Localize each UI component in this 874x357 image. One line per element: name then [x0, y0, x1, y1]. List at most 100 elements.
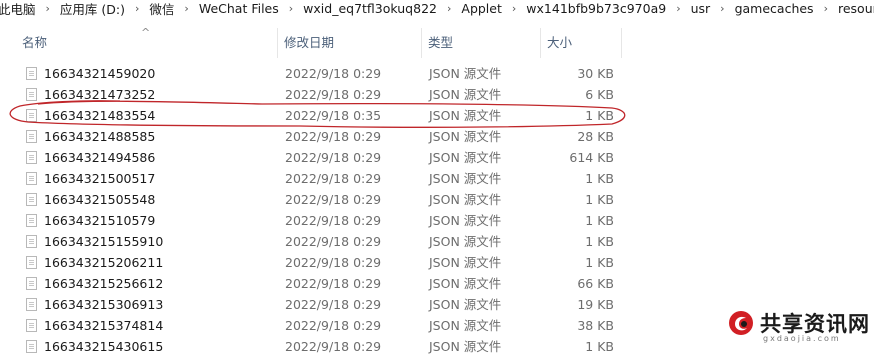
breadcrumb-item[interactable]: Applet [457, 1, 506, 16]
file-name: 166343215306913 [44, 297, 164, 312]
json-file-icon [26, 130, 37, 143]
breadcrumb-separator-icon[interactable]: › [670, 2, 686, 15]
breadcrumb-item[interactable]: resources [834, 1, 874, 16]
watermark-logo-icon [729, 311, 753, 335]
breadcrumb-item[interactable]: 应用库 (D:) [56, 0, 129, 17]
file-name: 166343215155910 [44, 234, 164, 249]
file-type: JSON 源文件 [429, 150, 502, 165]
breadcrumb-item[interactable]: 此电脑 [0, 0, 40, 17]
breadcrumb-separator-icon[interactable]: › [129, 2, 145, 15]
file-name: 166343215374814 [44, 318, 164, 333]
file-modified-date: 2022/9/18 0:29 [285, 255, 382, 270]
file-row[interactable]: 16634321488585 2022/9/18 0:29 JSON 源文件 28 K… [0, 126, 874, 147]
file-size: 28 KB [577, 129, 614, 144]
json-file-icon [26, 109, 37, 122]
file-row[interactable]: 16634321494586 2022/9/18 0:29 JSON 源文件 614 … [0, 147, 874, 168]
file-type: JSON 源文件 [429, 318, 502, 333]
file-type: JSON 源文件 [429, 108, 502, 123]
breadcrumb-separator-icon[interactable]: › [714, 2, 730, 15]
column-header-type[interactable]: 类型 [428, 28, 453, 58]
file-size: 1 KB [585, 339, 614, 354]
file-size: 19 KB [577, 297, 614, 312]
file-size: 6 KB [585, 87, 614, 102]
file-modified-date: 2022/9/18 0:29 [285, 234, 382, 249]
file-modified-date: 2022/9/18 0:29 [285, 150, 382, 165]
breadcrumb-item[interactable]: usr [687, 1, 715, 16]
file-name: 166343215256612 [44, 276, 164, 291]
breadcrumb-separator-icon[interactable]: › [506, 2, 522, 15]
file-type: JSON 源文件 [429, 129, 502, 144]
breadcrumb-separator-icon[interactable]: › [441, 2, 457, 15]
file-type: JSON 源文件 [429, 276, 502, 291]
file-modified-date: 2022/9/18 0:29 [285, 339, 382, 354]
json-file-icon [26, 277, 37, 290]
json-file-icon [26, 151, 37, 164]
file-name: 166343215430615 [44, 339, 164, 354]
file-size: 38 KB [577, 318, 614, 333]
file-size: 1 KB [585, 192, 614, 207]
file-row[interactable]: 16634321505548 2022/9/18 0:29 JSON 源文件 1 KB [0, 189, 874, 210]
file-type: JSON 源文件 [429, 213, 502, 228]
file-type: JSON 源文件 [429, 255, 502, 270]
file-row[interactable]: 16634321510579 2022/9/18 0:29 JSON 源文件 1 KB [0, 210, 874, 231]
json-file-icon [26, 256, 37, 269]
json-file-icon [26, 67, 37, 80]
file-modified-date: 2022/9/18 0:29 [285, 192, 382, 207]
column-divider[interactable] [277, 28, 278, 58]
breadcrumb-separator-icon[interactable]: › [178, 2, 194, 15]
file-name: 16634321488585 [44, 129, 156, 144]
json-file-icon [26, 235, 37, 248]
file-name: 16634321483554 [44, 108, 156, 123]
file-modified-date: 2022/9/18 0:29 [285, 276, 382, 291]
file-row[interactable]: 16634321483554 2022/9/18 0:35 JSON 源文件 1 KB [0, 105, 874, 126]
file-name: 16634321473252 [44, 87, 156, 102]
file-size: 614 KB [569, 150, 614, 165]
json-file-icon [26, 298, 37, 311]
file-row[interactable]: 166343215206211 2022/9/18 0:29 JSON 源文件 1 K… [0, 252, 874, 273]
json-file-icon [26, 214, 37, 227]
file-row[interactable]: 166343215155910 2022/9/18 0:29 JSON 源文件 1 K… [0, 231, 874, 252]
column-divider[interactable] [421, 28, 422, 58]
json-file-icon [26, 319, 37, 332]
breadcrumb[interactable]: 此电脑 › 应用库 (D:) › 微信 › WeChat Files › wxid_eq7tfl… [0, 0, 874, 17]
breadcrumb-separator-icon[interactable]: › [283, 2, 299, 15]
file-modified-date: 2022/9/18 0:29 [285, 213, 382, 228]
file-size: 1 KB [585, 255, 614, 270]
file-name: 16634321500517 [44, 171, 156, 186]
file-type: JSON 源文件 [429, 192, 502, 207]
file-modified-date: 2022/9/18 0:29 [285, 87, 382, 102]
file-name: 16634321459020 [44, 66, 156, 81]
file-type: JSON 源文件 [429, 339, 502, 354]
json-file-icon [26, 193, 37, 206]
breadcrumb-separator-icon[interactable]: › [818, 2, 834, 15]
breadcrumb-separator-icon[interactable]: › [40, 2, 56, 15]
file-size: 1 KB [585, 213, 614, 228]
file-size: 30 KB [577, 66, 614, 81]
watermark-subtitle: gxdaojia.com [763, 334, 841, 343]
breadcrumb-item[interactable]: 微信 [145, 0, 178, 17]
file-modified-date: 2022/9/18 0:29 [285, 318, 382, 333]
breadcrumb-item[interactable]: wxid_eq7tfl3okuq822 [299, 1, 441, 16]
json-file-icon [26, 340, 37, 353]
file-size: 66 KB [577, 276, 614, 291]
file-size: 1 KB [585, 108, 614, 123]
file-name: 16634321510579 [44, 213, 156, 228]
file-name: 16634321494586 [44, 150, 156, 165]
file-row[interactable]: 16634321473252 2022/9/18 0:29 JSON 源文件 6 KB [0, 84, 874, 105]
file-name: 166343215206211 [44, 255, 164, 270]
file-row[interactable]: 16634321459020 2022/9/18 0:29 JSON 源文件 30 K… [0, 63, 874, 84]
column-header-name[interactable]: 名称 [22, 28, 47, 58]
column-header-date[interactable]: 修改日期 [284, 28, 334, 58]
file-type: JSON 源文件 [429, 234, 502, 249]
breadcrumb-item[interactable]: gamecaches [731, 1, 818, 16]
file-size: 1 KB [585, 234, 614, 249]
file-row[interactable]: 166343215256612 2022/9/18 0:29 JSON 源文件 66 … [0, 273, 874, 294]
json-file-icon [26, 88, 37, 101]
column-header-size[interactable]: 大小 [547, 28, 572, 58]
column-divider[interactable] [540, 28, 541, 58]
column-divider[interactable] [621, 28, 622, 58]
breadcrumb-item[interactable]: wx141bfb9b73c970a9 [522, 1, 670, 16]
file-row[interactable]: 16634321500517 2022/9/18 0:29 JSON 源文件 1 KB [0, 168, 874, 189]
breadcrumb-item[interactable]: WeChat Files [195, 1, 283, 16]
file-modified-date: 2022/9/18 0:29 [285, 297, 382, 312]
